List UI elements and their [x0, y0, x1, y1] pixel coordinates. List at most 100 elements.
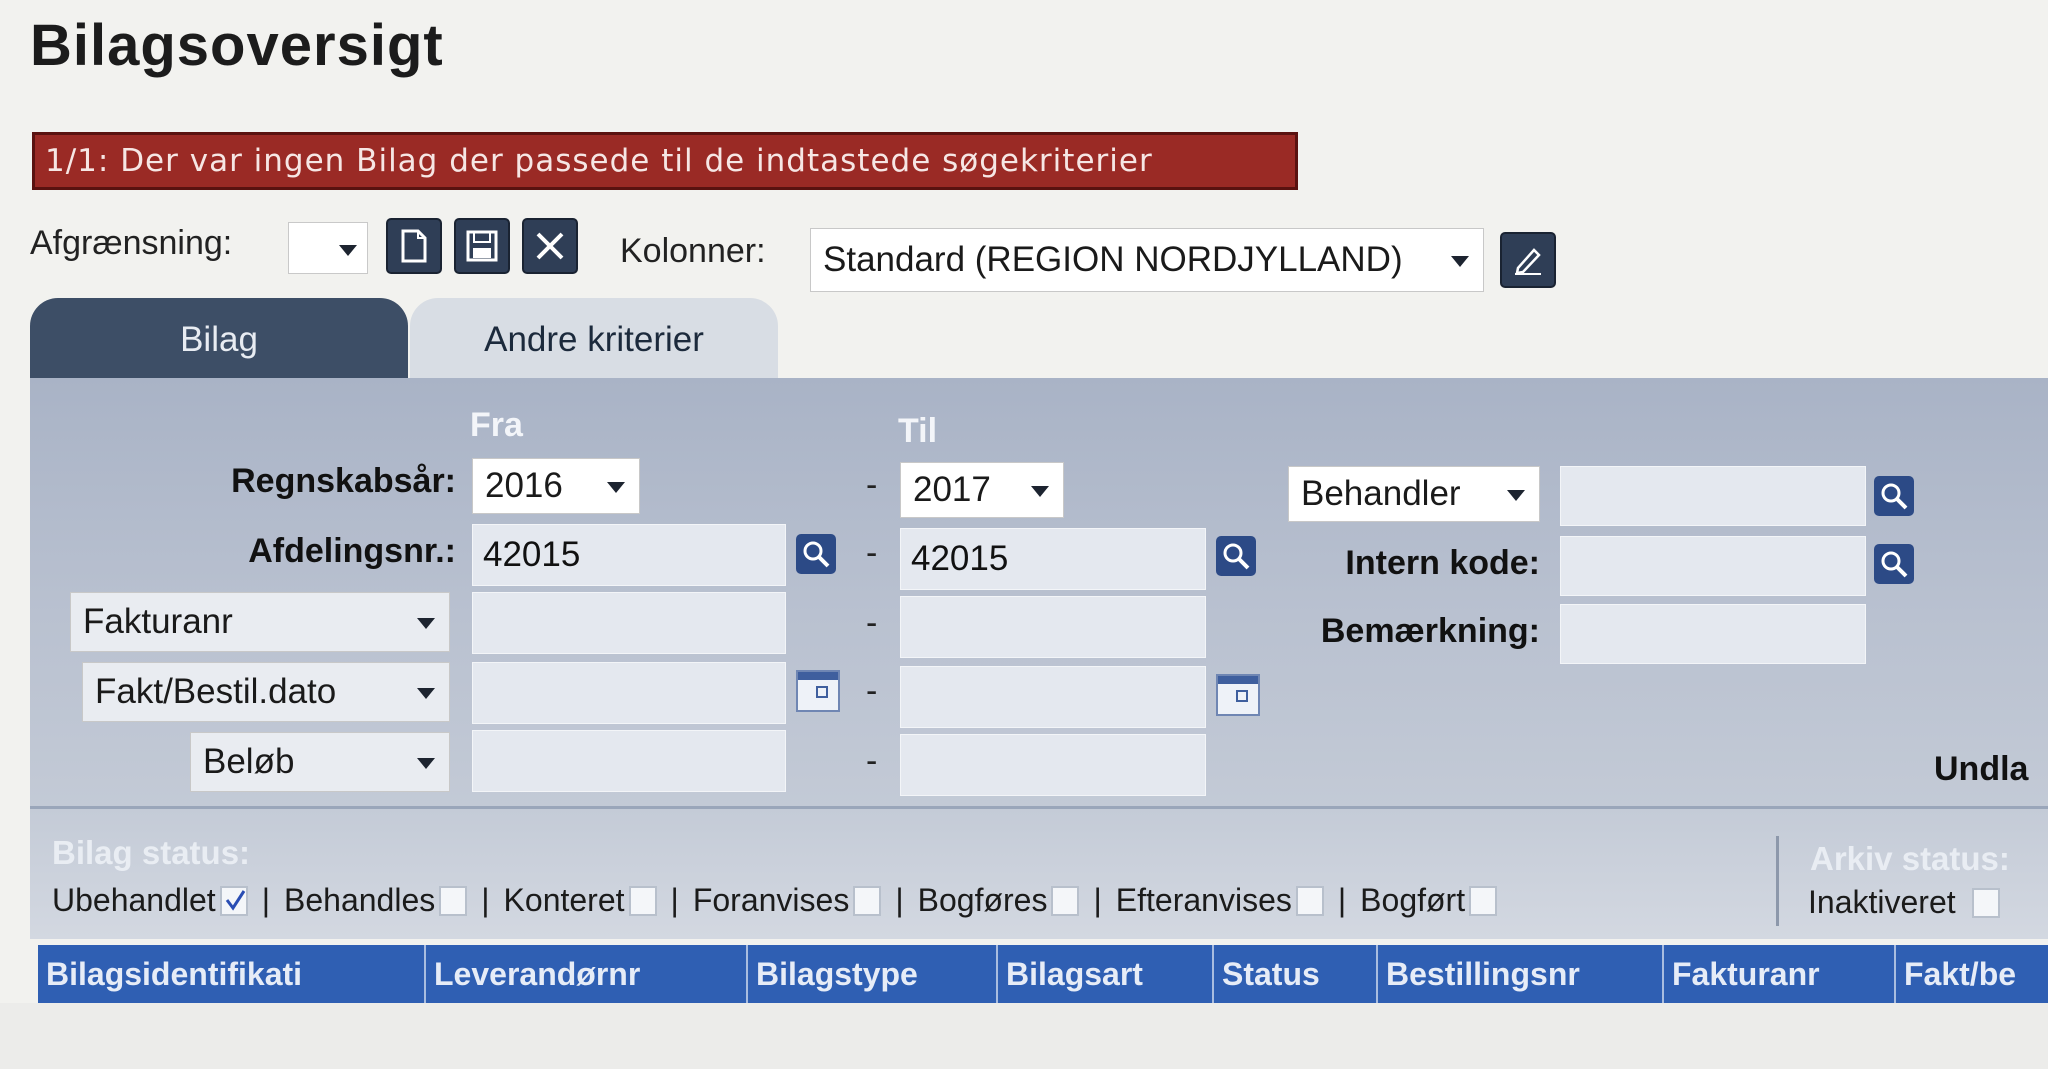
- save-icon: [466, 230, 498, 262]
- edit-columns-button[interactable]: [1500, 232, 1556, 288]
- search-icon: [1881, 551, 1908, 578]
- behandler-label: Behandler: [1301, 474, 1461, 513]
- chevron-down-icon: [607, 482, 625, 493]
- search-icon: [803, 541, 830, 568]
- close-icon: [536, 232, 564, 260]
- search-icon: [1223, 543, 1250, 570]
- kolonner-value: Standard (REGION NORDJYLLAND): [823, 240, 1403, 279]
- grid-body: [0, 1003, 2048, 1069]
- afdelingsnr-label: Afdelingsnr.:: [248, 532, 456, 570]
- intern-kode-lookup-button[interactable]: [1874, 544, 1914, 584]
- clear-button[interactable]: [522, 218, 578, 274]
- calendar-icon[interactable]: [796, 670, 840, 712]
- regnskabsaar-fra-select[interactable]: 2016: [472, 458, 640, 514]
- beloeb-fra-input[interactable]: [472, 730, 786, 792]
- intern-kode-label: Intern kode:: [1345, 544, 1540, 582]
- calendar-icon[interactable]: [1216, 674, 1260, 716]
- chevron-down-icon: [1451, 256, 1469, 267]
- afdelingsnr-til-input[interactable]: 42015: [900, 528, 1206, 590]
- column-header[interactable]: Bestillingsnr: [1378, 945, 1664, 1003]
- new-document-icon: [401, 229, 427, 263]
- fra-header: Fra: [470, 406, 523, 444]
- behandler-input[interactable]: [1560, 466, 1866, 526]
- status-behandles-label: Behandles: [284, 882, 436, 918]
- new-document-button[interactable]: [386, 218, 442, 274]
- afgraensning-label: Afgrænsning:: [30, 224, 233, 262]
- chevron-down-icon: [417, 758, 435, 769]
- fakturanr-til-input[interactable]: [900, 596, 1206, 658]
- afdelingsnr-til-lookup-button[interactable]: [1216, 536, 1256, 576]
- status-inaktiveret-checkbox[interactable]: [1971, 887, 2000, 918]
- column-header[interactable]: Fakt/be: [1896, 945, 2048, 1003]
- status-bogfoeres-label: Bogføres: [917, 882, 1048, 918]
- range-dash: -: [866, 534, 878, 572]
- beloeb-field-label: Beløb: [203, 742, 295, 781]
- bemaerkning-input[interactable]: [1560, 604, 1866, 664]
- chevron-down-icon: [417, 688, 435, 699]
- column-header[interactable]: Bilagsidentifikati: [38, 945, 426, 1003]
- beloeb-field-select[interactable]: Beløb: [190, 732, 450, 792]
- status-inaktiveret-label: Inaktiveret: [1808, 884, 1956, 920]
- bilag-status-list: Ubehandlet | Behandles | Konteret | Fora…: [52, 882, 1498, 919]
- kolonner-select[interactable]: Standard (REGION NORDJYLLAND): [810, 228, 1484, 292]
- column-header[interactable]: Bilagsart: [998, 945, 1214, 1003]
- error-message: 1/1: Der var ingen Bilag der passede til…: [32, 132, 1298, 190]
- check-icon: [225, 889, 245, 911]
- tab-bilag[interactable]: Bilag: [30, 298, 408, 390]
- behandler-select[interactable]: Behandler: [1288, 466, 1540, 522]
- chevron-down-icon: [1507, 490, 1525, 501]
- intern-kode-input[interactable]: [1560, 536, 1866, 596]
- regnskabsaar-til-select[interactable]: 2017: [900, 462, 1064, 518]
- status-efteranvises-checkbox[interactable]: [1295, 885, 1324, 916]
- dato-field-label: Fakt/Bestil.dato: [95, 672, 337, 711]
- status-foranvises-checkbox[interactable]: [853, 885, 882, 916]
- bilag-status-title: Bilag status:: [52, 834, 251, 871]
- afdelingsnr-fra-input[interactable]: 42015: [472, 524, 786, 586]
- divider: [1776, 836, 1779, 926]
- chevron-down-icon: [417, 618, 435, 629]
- chevron-down-icon: [339, 245, 357, 256]
- status-bogfoert-checkbox[interactable]: [1469, 885, 1498, 916]
- behandler-lookup-button[interactable]: [1874, 476, 1914, 516]
- regnskabsaar-fra-value: 2016: [485, 466, 563, 505]
- range-dash: -: [866, 672, 878, 710]
- column-header[interactable]: Bilagstype: [748, 945, 998, 1003]
- afdelingsnr-fra-lookup-button[interactable]: [796, 534, 836, 574]
- fakturanr-field-label: Fakturanr: [83, 602, 233, 641]
- dato-til-input[interactable]: [900, 666, 1206, 728]
- column-header[interactable]: Fakturanr: [1664, 945, 1896, 1003]
- save-button[interactable]: [454, 218, 510, 274]
- status-konteret-label: Konteret: [503, 882, 625, 918]
- beloeb-til-input[interactable]: [900, 734, 1206, 796]
- status-behandles-checkbox[interactable]: [439, 885, 468, 916]
- undla-label: Undla: [1934, 750, 2029, 788]
- fakturanr-field-select[interactable]: Fakturanr: [70, 592, 450, 652]
- status-foranvises-label: Foranvises: [692, 882, 850, 918]
- status-bogfoeres-checkbox[interactable]: [1051, 885, 1080, 916]
- dato-field-select[interactable]: Fakt/Bestil.dato: [82, 662, 450, 722]
- arkiv-status-list: Inaktiveret: [1808, 884, 2000, 921]
- afgraensning-select[interactable]: [288, 222, 368, 274]
- chevron-down-icon: [1031, 486, 1049, 497]
- bemaerkning-label: Bemærkning:: [1320, 612, 1540, 650]
- status-area: [30, 809, 2048, 939]
- grid-header: Bilagsidentifikati Leverandørnr Bilagsty…: [38, 945, 2048, 1003]
- range-dash: -: [866, 466, 878, 504]
- status-ubehandlet-checkbox[interactable]: [219, 885, 248, 916]
- column-header[interactable]: Leverandørnr: [426, 945, 748, 1003]
- regnskabsaar-til-value: 2017: [913, 470, 991, 509]
- page-title: Bilagsoversigt: [30, 13, 444, 78]
- til-header: Til: [898, 412, 938, 450]
- range-dash: -: [866, 604, 878, 642]
- arkiv-status-title: Arkiv status:: [1810, 840, 2010, 877]
- fakturanr-fra-input[interactable]: [472, 592, 786, 654]
- status-ubehandlet-label: Ubehandlet: [52, 882, 216, 918]
- column-header[interactable]: Status: [1214, 945, 1378, 1003]
- status-efteranvises-label: Efteranvises: [1115, 882, 1292, 918]
- dato-fra-input[interactable]: [472, 662, 786, 724]
- status-konteret-checkbox[interactable]: [628, 885, 657, 916]
- regnskabsaar-label: Regnskabsår:: [231, 462, 456, 500]
- range-dash: -: [866, 742, 878, 780]
- tab-andre-kriterier[interactable]: Andre kriterier: [410, 298, 778, 390]
- pencil-icon: [1515, 248, 1541, 275]
